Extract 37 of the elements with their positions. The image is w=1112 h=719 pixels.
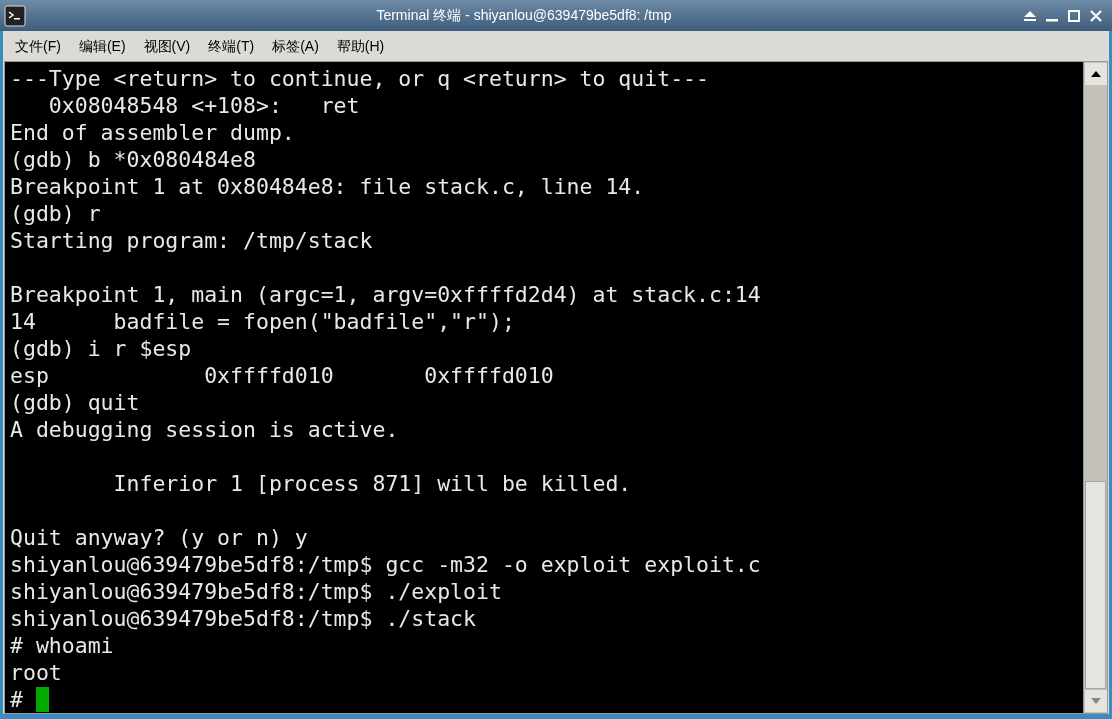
terminal-line: End of assembler dump. xyxy=(10,119,295,146)
terminal-line: 14 badfile = fopen("badfile","r"); xyxy=(10,308,515,335)
scrollbar-thumb[interactable] xyxy=(1085,481,1106,689)
close-icon[interactable] xyxy=(1088,7,1104,24)
terminal-line: ---Type <return> to continue, or q <return> to quit--- xyxy=(10,65,709,92)
terminal-icon[interactable] xyxy=(4,4,26,27)
terminal-line: Quit anyway? (y or n) y xyxy=(10,524,308,551)
terminal-line: shiyanlou@639479be5df8:/tmp$ ./stack xyxy=(10,605,476,632)
menu-item[interactable]: 编辑(E) xyxy=(78,35,126,57)
terminal-line: Breakpoint 1 at 0x80484e8: file stack.c, line 14. xyxy=(10,173,645,200)
menu-item[interactable]: 视图(V) xyxy=(143,35,191,57)
window-title: Terminal 终端 - shiyanlou@639479be5df8: /tmp xyxy=(376,6,672,25)
shell-prompt: # xyxy=(10,686,23,713)
terminal-line: shiyanlou@639479be5df8:/tmp$ gcc -m32 -o exploit exploit.c xyxy=(10,551,761,578)
terminal-line: esp 0xffffd010 0xffffd010 xyxy=(10,362,554,389)
scroll-up-icon[interactable] xyxy=(1085,63,1107,85)
terminal-line: Inferior 1 [process 871] will be killed. xyxy=(112,470,632,497)
terminal-line: (gdb) quit xyxy=(10,389,140,416)
maximize-icon[interactable] xyxy=(1066,7,1082,24)
terminal-line: # whoami xyxy=(10,632,114,659)
text-cursor xyxy=(35,687,49,712)
terminal-line: (gdb) b *0x080484e8 xyxy=(10,146,256,173)
menu-item[interactable]: 文件(F) xyxy=(15,35,61,57)
terminal-line: 0x08048548 <+108>: ret xyxy=(47,92,360,119)
terminal-line: (gdb) i r $esp xyxy=(10,335,192,362)
scrollbar[interactable] xyxy=(1083,62,1107,713)
terminal-line: Breakpoint 1, main (argc=1, argv=0xffffd2d4) at stack.c:14 xyxy=(10,281,761,308)
terminal-line: Starting program: /tmp/stack xyxy=(10,227,373,254)
menu-item[interactable]: 标签(A) xyxy=(272,35,319,57)
terminal-line: A debugging session is active. xyxy=(10,416,399,443)
terminal-line: shiyanlou@639479be5df8:/tmp$ ./exploit xyxy=(10,578,502,605)
scroll-down-icon[interactable] xyxy=(1085,690,1107,712)
terminal-screen[interactable] xyxy=(5,62,1083,713)
terminal-line: root xyxy=(10,659,62,686)
terminal-line: (gdb) r xyxy=(10,200,101,227)
menu-item[interactable]: 帮助(H) xyxy=(336,35,385,57)
menu-item[interactable]: 终端(T) xyxy=(208,35,255,57)
